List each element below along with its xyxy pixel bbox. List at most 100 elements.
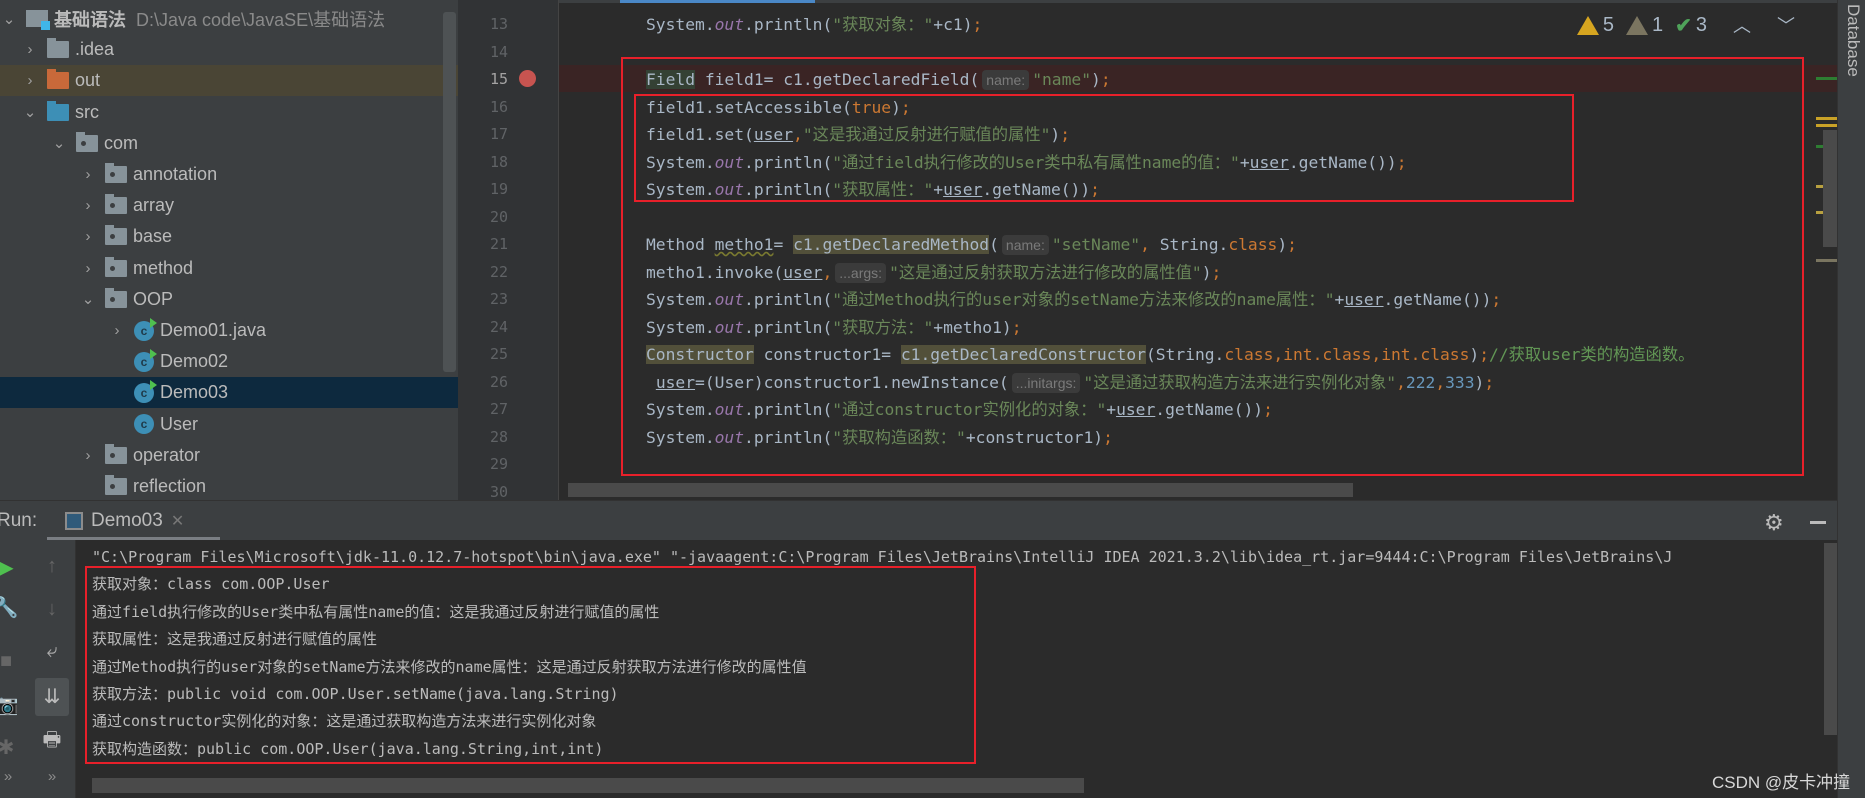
code-token: .println( <box>744 15 833 34</box>
tree-item-com[interactable]: ⌄ com <box>0 128 458 159</box>
print-icon[interactable]: 🖶 <box>32 725 72 759</box>
run-panel-header: Run: Demo03 ✕ ⚙ <box>0 500 1837 540</box>
marker[interactable] <box>1816 117 1837 120</box>
tree-item-label: Demo01.java <box>160 320 267 340</box>
run-toolbar-secondary: ↑ ↓ ⤶ ⇊ 🖶 » <box>30 540 76 798</box>
code-token: System. <box>646 15 715 34</box>
editor-vertical-scrollbar[interactable] <box>1823 130 1837 247</box>
inspection-widget[interactable]: 5 1 ✔ 3 ︿ ﹀ <box>1576 12 1795 38</box>
tree-item-array[interactable]: › array <box>0 190 458 221</box>
tree-item-demo01-java[interactable]: › c Demo01.java <box>0 315 458 346</box>
more-icon[interactable]: » <box>32 768 72 785</box>
chevron-right-icon[interactable]: › <box>108 322 126 340</box>
chevron-up-icon[interactable]: ︿ <box>1733 12 1751 38</box>
camera-icon[interactable]: 📷 <box>0 692 26 717</box>
soft-wrap-icon[interactable]: ⤶ <box>32 640 72 663</box>
chevron-right-icon[interactable]: › <box>79 259 97 277</box>
folder-icon <box>47 38 69 59</box>
chevron-right-icon[interactable]: › <box>79 166 97 184</box>
console-horizontal-scrollbar[interactable] <box>92 778 1084 793</box>
watermark: CSDN @皮卡冲撞 <box>1712 773 1851 792</box>
chevron-down-icon[interactable]: ⌄ <box>21 103 39 121</box>
typo-check-icon: ✔ <box>1675 14 1692 37</box>
tree-item-src[interactable]: ⌄ src <box>0 97 458 128</box>
code-token: "获取对象：" <box>832 15 934 34</box>
chevron-right-icon[interactable]: › <box>21 41 39 59</box>
tree-item-annotation[interactable]: › annotation <box>0 159 458 190</box>
wrench-icon[interactable]: 🔧 <box>0 595 26 620</box>
package-icon <box>105 443 127 464</box>
code-line[interactable]: System.out.println("获取对象："+c1); <box>646 11 982 39</box>
tree-item-label: com <box>104 132 139 153</box>
warning-icon <box>1576 15 1599 35</box>
up-arrow-icon[interactable]: ↑ <box>32 555 72 578</box>
tree-item--[interactable]: ⌄ 基础语法 D:\Java code\JavaSE\基础语法 <box>0 3 458 34</box>
chevron-right-icon[interactable]: › <box>21 72 39 90</box>
tree-item-base[interactable]: › base <box>0 221 458 252</box>
tree-item-label: Demo03 <box>160 382 229 403</box>
marker[interactable] <box>1816 124 1837 127</box>
tree-item-out[interactable]: › out <box>0 65 458 97</box>
gear-icon[interactable]: ⚙ <box>1764 510 1784 536</box>
run-tab-demo03[interactable]: Demo03 ✕ <box>47 501 220 541</box>
marker[interactable] <box>1816 259 1837 262</box>
tree-item-label: src <box>75 101 99 122</box>
line-number: 20 <box>489 207 508 226</box>
line-number: 23 <box>489 290 508 308</box>
close-icon[interactable]: ✕ <box>171 511 184 531</box>
package-icon <box>105 287 127 308</box>
tree-item-operator[interactable]: › operator <box>0 440 458 471</box>
tree-item-label: array <box>133 195 175 216</box>
annotation-box-console <box>85 566 976 764</box>
bug-icon[interactable]: ✱ <box>0 735 26 760</box>
tree-item-oop[interactable]: ⌄ OOP <box>0 284 458 315</box>
minimize-icon[interactable] <box>1810 521 1826 524</box>
tree-item-label: OOP <box>133 288 174 309</box>
tree-item-method[interactable]: › method <box>0 253 458 284</box>
line-number: 13 <box>489 15 508 33</box>
more-icon[interactable]: » <box>0 768 28 785</box>
line-number: 22 <box>489 262 508 281</box>
down-arrow-icon[interactable]: ↓ <box>32 598 72 621</box>
project-tree-scrollbar[interactable] <box>443 12 456 372</box>
chevron-right-icon[interactable]: › <box>79 228 97 246</box>
package-icon <box>76 131 98 152</box>
marker[interactable] <box>1816 77 1837 80</box>
line-number: 24 <box>489 317 508 336</box>
database-label: Database <box>1844 4 1863 77</box>
weak-warning-count: 1 <box>1651 13 1664 36</box>
database-tool-window-tab[interactable]: Database <box>1837 0 1865 798</box>
active-tab-indicator[interactable] <box>620 0 815 3</box>
run-icon[interactable]: ▶ <box>0 555 26 580</box>
tree-item-label: 基础语法 <box>54 9 126 30</box>
chevron-down-icon[interactable]: ﹀ <box>1777 12 1795 38</box>
chevron-down-icon[interactable]: ⌄ <box>0 10 18 28</box>
console-vertical-scrollbar[interactable] <box>1824 543 1837 735</box>
weak-warning-icon <box>1625 15 1648 35</box>
line-number: 29 <box>489 455 508 473</box>
project-tree: ⌄ 基础语法 D:\Java code\JavaSE\基础语法 › .idea › out ⌄… <box>0 0 458 500</box>
line-number: 16 <box>489 97 508 116</box>
package-icon <box>105 225 127 246</box>
tree-item-demo02[interactable]: c Demo02 <box>0 346 458 377</box>
chevron-down-icon[interactable]: ⌄ <box>79 290 97 308</box>
line-number: 27 <box>489 400 508 418</box>
package-icon <box>105 256 127 277</box>
chevron-down-icon[interactable]: ⌄ <box>50 134 68 152</box>
tree-item--idea[interactable]: › .idea <box>0 34 458 65</box>
class-icon: c <box>134 414 154 435</box>
tree-item-user[interactable]: c User <box>0 409 458 440</box>
line-number: 17 <box>489 125 508 143</box>
error-stripe[interactable] <box>1816 0 1837 500</box>
scroll-to-end-icon[interactable]: ⇊ <box>35 678 69 716</box>
stop-icon[interactable]: ■ <box>0 650 26 673</box>
breakpoint-icon[interactable] <box>519 70 536 87</box>
chevron-right-icon[interactable]: › <box>79 197 97 215</box>
chevron-right-icon[interactable]: › <box>79 446 97 464</box>
line-number: 21 <box>489 235 508 253</box>
tree-item-demo03[interactable]: c Demo03 <box>0 377 458 409</box>
editor-horizontal-scrollbar[interactable] <box>568 483 1353 497</box>
tree-item-reflection[interactable]: reflection <box>0 471 458 500</box>
